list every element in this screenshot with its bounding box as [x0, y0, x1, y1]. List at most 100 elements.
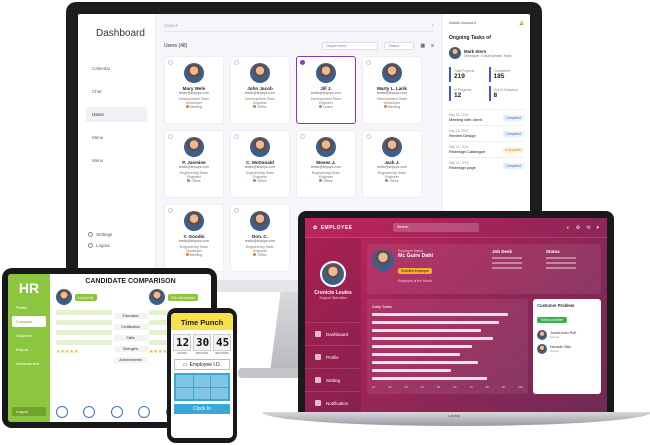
hr-logo: HR [18, 280, 40, 296]
status-dot [385, 179, 389, 182]
admin-account[interactable]: Admin Account [449, 20, 476, 25]
stat-out-of-schedule: Out of Schedule 8 [488, 86, 525, 101]
theme-icon[interactable]: ◐ [567, 225, 570, 231]
select-checkbox[interactable] [168, 60, 173, 65]
keypad-key[interactable] [176, 387, 193, 399]
user-card[interactable]: Y. Goodin testlx@khysys.com Engineering Te… [164, 204, 224, 272]
hr-nav-report[interactable]: Report [12, 344, 46, 355]
bell-icon[interactable]: 🔔 [519, 20, 524, 25]
search-input[interactable]: Search [393, 223, 479, 232]
employee-id-field[interactable]: ▭ Employee I.D. [174, 359, 230, 370]
task-item[interactable]: May 18, 2019 Meeting with client Completed [449, 109, 524, 125]
user-status: Leave [319, 105, 333, 109]
department-select[interactable]: Department [322, 42, 379, 50]
user-email: testlx@khysys.com [244, 91, 275, 95]
sales-bar [372, 369, 451, 372]
settings-label: Settings [96, 232, 113, 237]
problem-person[interactable]: Nanade Ottis Solved [537, 344, 597, 354]
status-select[interactable]: Status [384, 42, 415, 50]
user-card[interactable]: Moses J. testlx@khysys.com Engineering Tea… [296, 130, 356, 198]
select-checkbox[interactable] [366, 60, 371, 65]
metric-circle [110, 406, 123, 418]
task-item[interactable]: May 18, 2019 Review Design Completed [449, 125, 524, 141]
select-checkbox[interactable] [168, 208, 173, 213]
user-card[interactable]: Don. C. testlx@khysys.com Engineering Team… [230, 204, 290, 272]
share-icon[interactable]: ⟲ [586, 225, 590, 231]
employee-name: Mc Guire Dahl [398, 253, 433, 259]
user-card[interactable]: Jack J. testlx@khysys.com Engineering Team… [362, 130, 422, 198]
user-card[interactable]: C. McDonald testlx@khysys.com Engineering … [230, 130, 290, 198]
keypad-key[interactable] [211, 375, 228, 387]
clock-in-button[interactable]: Clock In [174, 404, 230, 414]
user-card[interactable]: John Jacob testlx@khysys.com Development T… [230, 56, 290, 124]
gear-icon[interactable]: ⚙ [576, 225, 580, 231]
chart-axis: 10 20 30 40 50 60 70 80 90 100 [372, 385, 523, 389]
select-checkbox[interactable] [168, 134, 173, 139]
user-card[interactable]: Mary Wels testlx@khysys.com Development Te… [164, 56, 224, 124]
user-status-text: Office [191, 179, 201, 183]
user-email: testlx@khysys.com [244, 165, 275, 169]
user-card[interactable]: Marty L. Larik testlx@khysys.com Developme… [362, 56, 422, 124]
stat-completed: Completed 185 [488, 67, 525, 82]
logo-text: EMPLOYEE [320, 224, 353, 231]
nav-notification[interactable]: Notification [305, 391, 361, 414]
customer-problem-card: Customer Problem Solved problem Jonah-sc… [533, 299, 601, 394]
hr-nav-achievement[interactable]: Achievement [12, 358, 46, 369]
phone: Time Punch 12 30 45 HOURS MINUTES SECOND… [167, 308, 237, 443]
text-line [546, 257, 576, 259]
profile-role: Support Specialist [319, 295, 347, 300]
task-item[interactable]: May 18, 2019 Redesign Catalogue In progres… [449, 141, 524, 157]
user-email: testlx@khysys.com [178, 239, 209, 243]
person-sub: Solved [550, 335, 560, 339]
hr-nav-profile[interactable]: Profile [12, 302, 46, 313]
user-email: testlx@khysys.com [178, 165, 209, 169]
user-card-selected[interactable]: Jill J. testlx@khysys.com Development Team… [296, 56, 356, 124]
sales-bar [372, 353, 460, 356]
select-checkbox[interactable] [234, 60, 239, 65]
axis-tick: 20 [388, 385, 392, 389]
employee-content: Employee Name Mc Guire Dahl Excellent Em… [361, 238, 607, 414]
search-input[interactable]: Search ⌕ [164, 20, 434, 32]
select-checkbox[interactable] [366, 134, 371, 139]
laptop: ✿ EMPLOYEE Search ◐ ⚙ ⟲ ▾ Cronicle Loules… [298, 211, 614, 414]
user-card[interactable]: P. Jasmine testlx@khysys.com Engineering T… [164, 130, 224, 198]
hr-nav-compare[interactable]: Compare [12, 316, 46, 327]
stat-value: 8 [493, 92, 498, 99]
sidebar-item-users[interactable]: Users [86, 107, 147, 122]
sidebar-item-chat[interactable]: Chat [86, 84, 147, 99]
sidebar-item-menu[interactable]: Menu [86, 130, 147, 145]
settings-link[interactable]: Settings [88, 232, 112, 237]
stat-label: Out of Schedule [493, 88, 518, 92]
avatar [320, 260, 346, 287]
grid-view-icon[interactable]: ▦ [420, 43, 425, 49]
select-checkbox[interactable] [300, 60, 305, 65]
keypad-key[interactable] [211, 387, 228, 399]
sidebar-item-calendar[interactable]: Calendar [86, 61, 147, 76]
solved-badge[interactable]: Solved problem [537, 317, 568, 323]
keypad-key[interactable] [193, 375, 211, 387]
logout-link[interactable]: Logout [88, 243, 112, 248]
user-status-text: Leave [323, 105, 333, 109]
avatar [56, 289, 72, 305]
keypad-key[interactable] [193, 387, 211, 399]
nav-profile[interactable]: Profile [305, 345, 361, 368]
select-checkbox[interactable] [300, 134, 305, 139]
problem-person[interactable]: Jonah-scan Roff Solved [537, 330, 597, 340]
logout-button[interactable]: Logout [12, 407, 46, 416]
employee-sidebar: Cronicle Loules Support Specialist Dashb… [305, 238, 361, 414]
task-item[interactable]: May 18, 2019 Redesign page Completed [449, 157, 524, 173]
select-checkbox[interactable] [234, 208, 239, 213]
chevron-down-icon[interactable]: ▾ [596, 225, 599, 231]
user-status: Office [319, 179, 333, 183]
select-checkbox[interactable] [234, 134, 239, 139]
criteria-labels: Education Certification Skills Strengths… [113, 289, 148, 368]
sidebar-item-menu-2[interactable]: Menu [86, 153, 147, 168]
status-badge: In progress [502, 146, 524, 153]
keypad-key[interactable] [176, 375, 193, 387]
hr-nav-students[interactable]: Students [12, 330, 46, 341]
task-stats: Total Projects 219 Completed 185 In Progre… [449, 67, 524, 101]
nav-dashboard[interactable]: Dashboard [305, 322, 361, 345]
nav-setting[interactable]: Setting [305, 368, 361, 391]
list-view-icon[interactable]: ≡ [431, 43, 434, 49]
avatar [184, 211, 204, 231]
